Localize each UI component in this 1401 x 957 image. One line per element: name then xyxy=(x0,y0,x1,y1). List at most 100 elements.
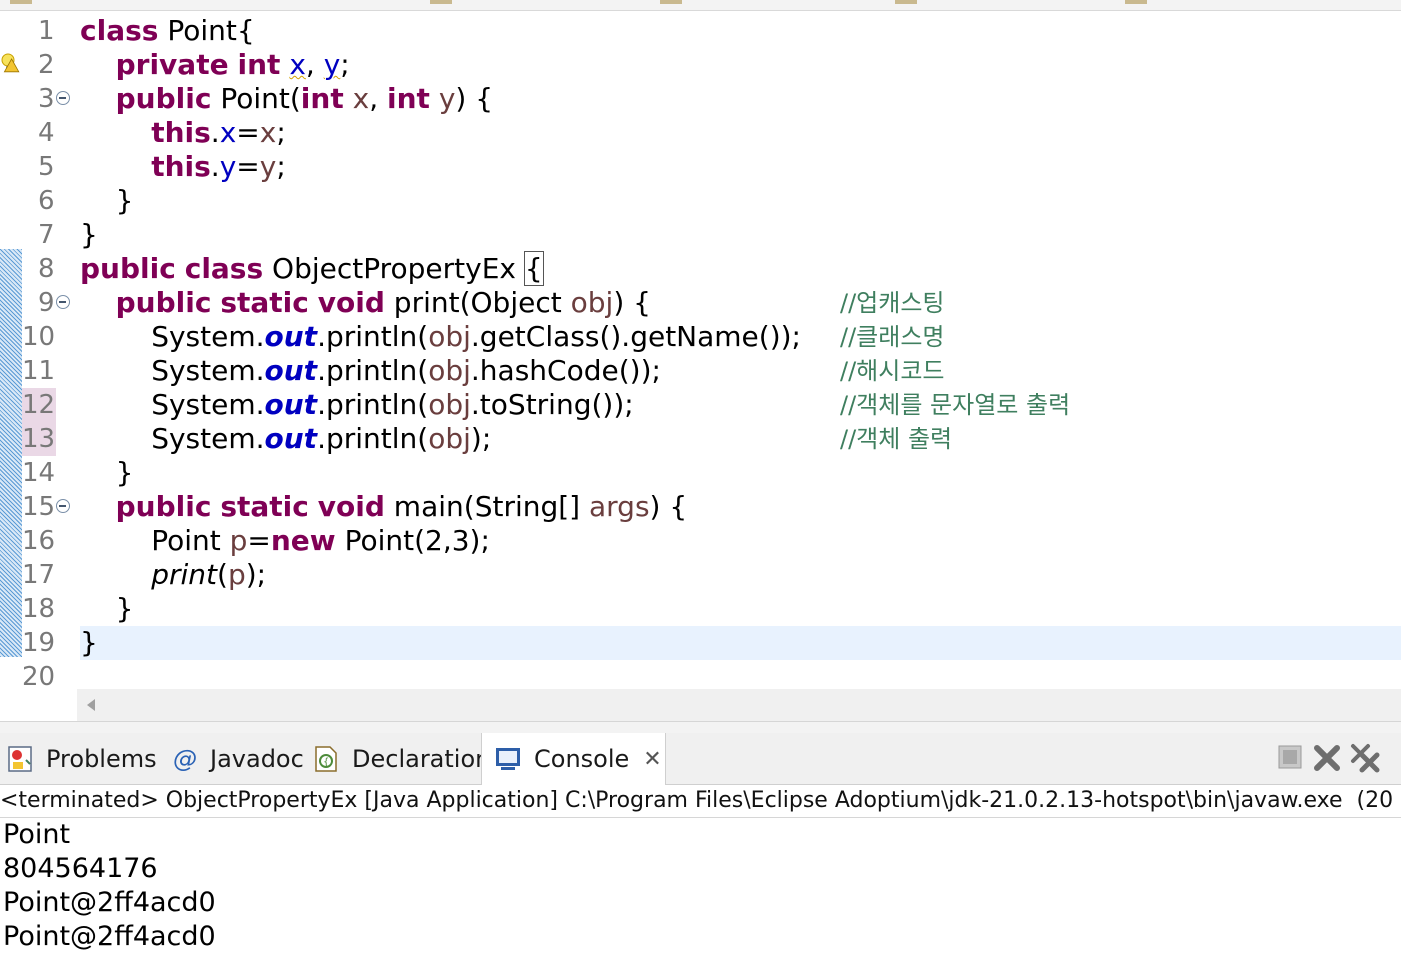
console-output[interactable]: Point 804564176 Point@2ff4acd0 Point@2ff4ac… xyxy=(0,818,1401,954)
editor-tab[interactable] xyxy=(660,0,682,4)
code-token: out xyxy=(264,320,318,353)
code-token: main(String[] xyxy=(384,490,589,523)
editor-tab[interactable] xyxy=(10,0,32,4)
code-comment: //클래스명 xyxy=(840,323,945,351)
collapse-fold-icon[interactable] xyxy=(56,295,70,309)
code-token: System. xyxy=(80,422,265,455)
code-token: out xyxy=(264,422,318,455)
console-output-line: Point@2ff4acd0 xyxy=(3,921,216,952)
editor-tab[interactable] xyxy=(430,0,452,4)
code-editor[interactable]: 1 2 3 4 5 6 7 8 9 10 11 12 13 14 15 16 17 18 19 20 class Po… xyxy=(0,11,1401,692)
line-number[interactable]: 9 xyxy=(22,286,77,320)
code-token: out xyxy=(264,388,318,421)
code-token: .println( xyxy=(317,422,429,455)
code-line[interactable]: } xyxy=(80,184,1401,218)
line-number[interactable]: 4 xyxy=(22,116,77,150)
close-icon[interactable]: ✕ xyxy=(643,747,661,772)
line-number[interactable]: 16 xyxy=(22,524,77,558)
console-output-line: Point@2ff4acd0 xyxy=(3,887,216,918)
code-token: Point xyxy=(80,524,230,557)
line-number[interactable]: 11 xyxy=(22,354,77,388)
code-token: . xyxy=(210,150,220,183)
code-line[interactable]: System.out.println(obj.toString()); //객체를… xyxy=(80,388,1401,422)
code-token: p xyxy=(229,524,248,557)
line-number[interactable]: 14 xyxy=(22,456,77,490)
remove-all-terminated-icon[interactable] xyxy=(1350,743,1380,773)
line-number[interactable]: 15 xyxy=(22,490,77,524)
tab-problems[interactable]: Problems xyxy=(6,733,157,784)
line-number[interactable]: 20 xyxy=(22,660,77,694)
code-line[interactable]: Point p=new Point(2,3); xyxy=(80,524,1401,558)
collapse-fold-icon[interactable] xyxy=(56,91,70,105)
scroll-left-icon[interactable] xyxy=(87,699,95,711)
code-token: class xyxy=(184,252,264,285)
tab-declaration[interactable]: { Declaration xyxy=(312,733,490,784)
code-token: } xyxy=(80,592,134,625)
line-number[interactable]: 13 xyxy=(22,422,56,456)
editor-tab[interactable] xyxy=(1125,0,1147,4)
line-number[interactable]: 10 xyxy=(22,320,77,354)
line-number-label: 18 xyxy=(22,594,56,624)
javadoc-icon: @ xyxy=(173,744,197,773)
line-number[interactable]: 7 xyxy=(22,218,77,252)
line-number[interactable]: 8 xyxy=(22,252,77,286)
code-token: . xyxy=(210,116,220,149)
line-number[interactable]: 2 xyxy=(22,48,77,82)
code-token: obj xyxy=(428,354,471,387)
code-line[interactable]: public static void print(Object obj) {//… xyxy=(80,286,1401,320)
code-line[interactable]: public Point(int x, int y) { xyxy=(80,82,1401,116)
collapse-fold-icon[interactable] xyxy=(56,499,70,513)
line-number[interactable]: 5 xyxy=(22,150,77,184)
code-token: out xyxy=(264,354,318,387)
tab-console-label: Console xyxy=(534,745,630,773)
code-line[interactable]: } xyxy=(80,626,1401,660)
warning-lightbulb-icon[interactable] xyxy=(0,51,22,79)
line-number[interactable]: 6 xyxy=(22,184,77,218)
editor-tab-strip[interactable] xyxy=(0,0,1401,11)
code-line[interactable]: } xyxy=(80,218,1401,252)
line-number-label: 3 xyxy=(38,84,55,114)
horizontal-scrollbar[interactable] xyxy=(77,689,1401,721)
code-line[interactable]: } xyxy=(80,592,1401,626)
remove-launch-icon[interactable] xyxy=(1312,743,1342,773)
console-icon xyxy=(496,748,520,770)
editor-tab[interactable] xyxy=(895,0,917,4)
line-number-label: 16 xyxy=(22,526,56,556)
code-line[interactable]: this.y=y; xyxy=(80,150,1401,184)
line-number[interactable]: 1 xyxy=(22,14,77,48)
code-token: y xyxy=(219,150,237,183)
code-token: ; xyxy=(276,116,286,149)
problems-icon xyxy=(8,745,32,772)
code-line[interactable]: System.out.println(obj.getClass().getNam… xyxy=(80,320,1401,354)
code-line[interactable]: private int x, y; xyxy=(80,48,1401,82)
tab-console[interactable]: Console ✕ xyxy=(481,733,666,785)
terminate-icon[interactable] xyxy=(1276,743,1306,773)
code-token: static xyxy=(220,490,309,523)
code-line[interactable]: System.out.println(obj); //객체 출력 xyxy=(80,422,1401,456)
code-line[interactable]: class Point{ xyxy=(80,14,1401,48)
code-token: obj xyxy=(428,422,471,455)
code-token: x xyxy=(289,48,306,81)
code-line[interactable]: } xyxy=(80,456,1401,490)
line-number[interactable]: 17 xyxy=(22,558,77,592)
code-line[interactable]: print(p); xyxy=(80,558,1401,592)
console-process-description: <terminated> ObjectPropertyEx [Java Appl… xyxy=(0,785,1401,818)
line-number[interactable]: 3 xyxy=(22,82,77,116)
line-number[interactable]: 18 xyxy=(22,592,77,626)
code-token: obj xyxy=(570,286,614,319)
line-number-label: 15 xyxy=(22,492,56,522)
code-comment: //객체 출력 xyxy=(840,425,953,453)
tab-javadoc[interactable]: @ Javadoc xyxy=(170,733,304,784)
overview-ruler[interactable] xyxy=(0,11,22,689)
code-token: int xyxy=(300,82,344,115)
code-line[interactable]: this.x=x; xyxy=(80,116,1401,150)
code-line[interactable]: public class ObjectPropertyEx { xyxy=(80,251,1401,286)
code-line[interactable]: public static void main(String[] args) { xyxy=(80,490,1401,524)
line-number[interactable]: 19 xyxy=(22,626,77,660)
line-number-label: 9 xyxy=(38,288,55,318)
line-number[interactable]: 12 xyxy=(22,388,56,422)
code-line[interactable]: System.out.println(obj.hashCode()); //해시코… xyxy=(80,354,1401,388)
line-number-label: 17 xyxy=(22,560,56,590)
